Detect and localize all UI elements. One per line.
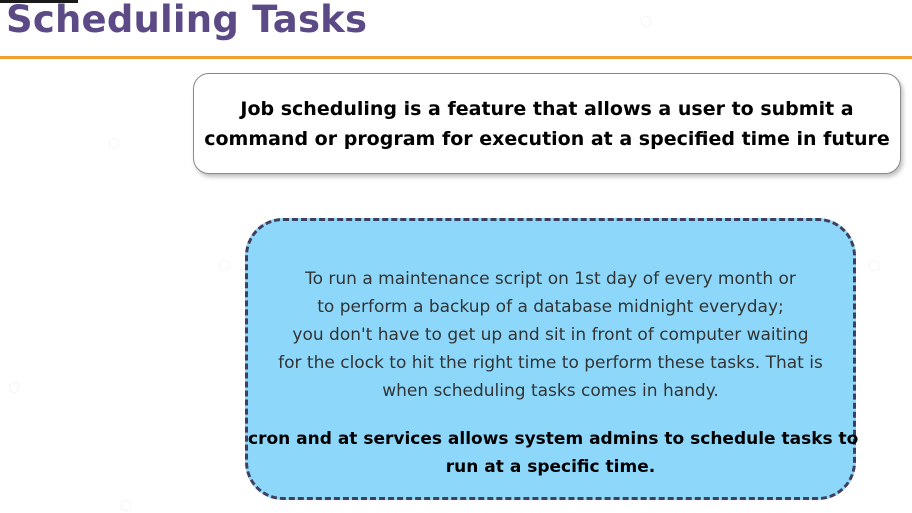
- title-underline: [0, 56, 912, 59]
- definition-text: Job scheduling is a feature that allows …: [202, 94, 892, 154]
- example-line: for the clock to hit the right time to p…: [278, 353, 823, 373]
- watermark-logo: ⬡: [330, 14, 343, 30]
- example-box: To run a maintenance script on 1st day o…: [245, 218, 859, 500]
- watermark-logo: ⬡: [120, 498, 133, 513]
- definition-line: Job scheduling is a feature that allows …: [240, 97, 854, 120]
- summary-line: run at a specific time.: [445, 457, 656, 477]
- example-line: you don't have to get up and sit in fron…: [292, 325, 809, 345]
- definition-line: command or program for execution at a sp…: [204, 127, 890, 150]
- example-text: To run a maintenance script on 1st day o…: [248, 265, 853, 405]
- slide-title: Scheduling Tasks: [6, 0, 368, 41]
- summary-line: cron and at services allows system admin…: [248, 429, 859, 449]
- watermark-logo: ⬡: [218, 258, 231, 274]
- definition-box: Job scheduling is a feature that allows …: [193, 73, 901, 174]
- example-line: to perform a backup of a database midnig…: [317, 297, 784, 317]
- summary-text: cron and at services allows system admin…: [248, 425, 859, 481]
- watermark-logo: ⬡: [8, 380, 21, 396]
- example-line: To run a maintenance script on 1st day o…: [305, 269, 796, 289]
- slide: Scheduling Tasks ⬡ ⬡ ⬡ ⬡ ⬡ ⬡ ⬡ Job sched…: [0, 0, 912, 513]
- example-line: when scheduling tasks comes in handy.: [382, 381, 719, 401]
- watermark-logo: ⬡: [108, 136, 121, 152]
- watermark-logo: ⬡: [640, 14, 653, 30]
- watermark-logo: ⬡: [868, 258, 881, 274]
